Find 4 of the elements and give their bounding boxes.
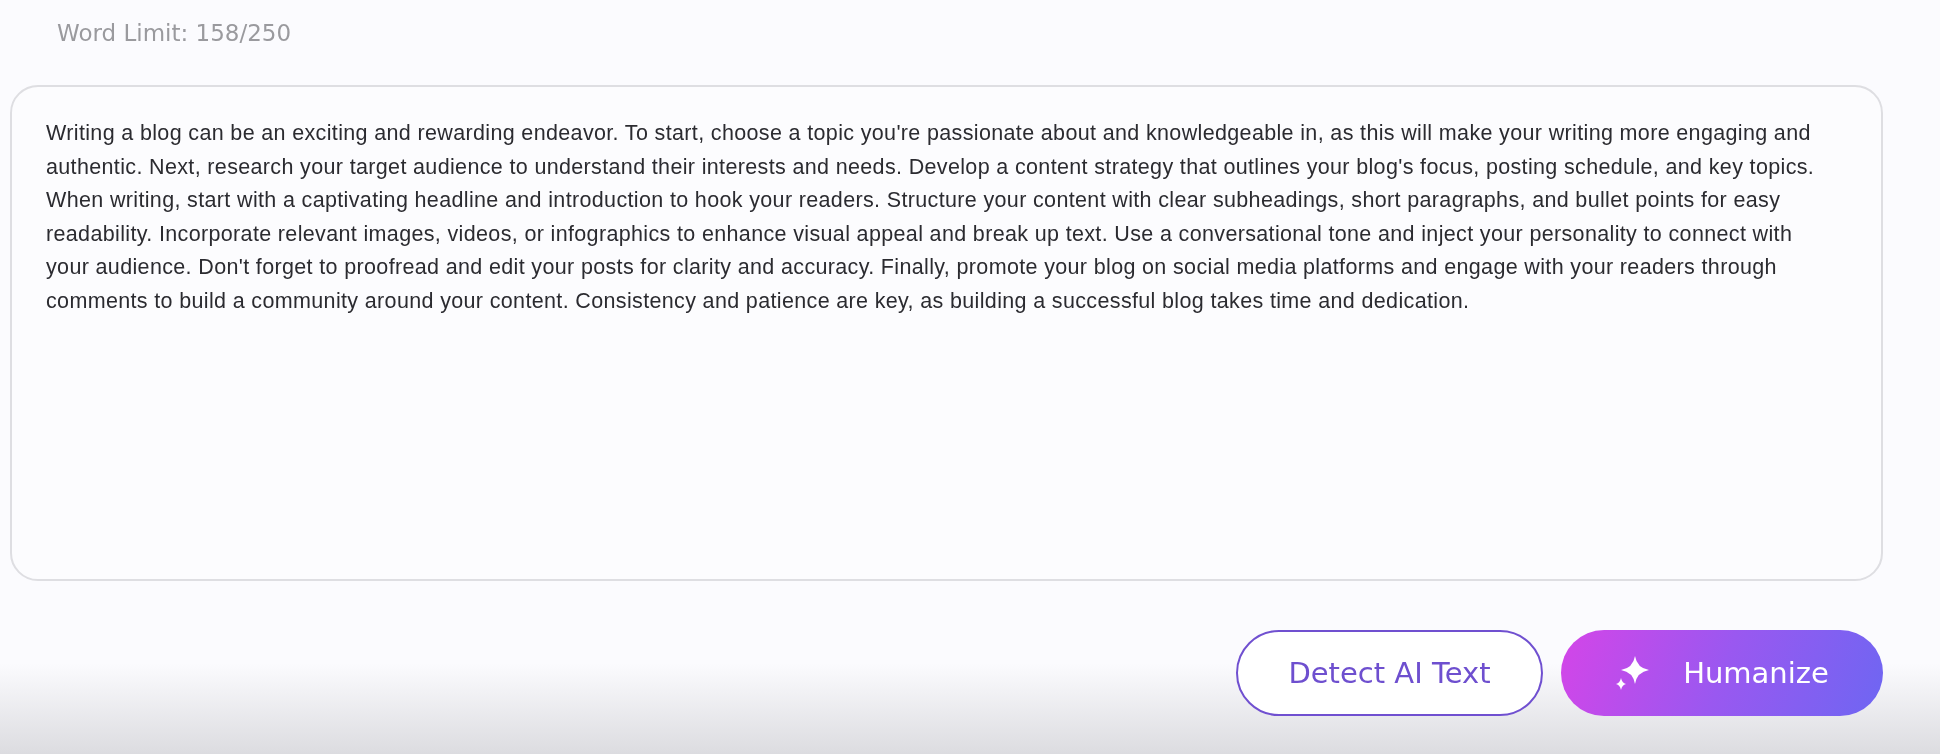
humanize-button[interactable]: Humanize [1561, 630, 1883, 716]
text-input-field[interactable]: Writing a blog can be an exciting and rewarding endeavor. To start, choose a topic you're passionate about and knowledgeable in, as this will make your writing more engaging and authentic. Next, research your target audience to understand their interests and needs. Develop a content strategy that outlines your blog's focus, posting schedule, and key topics. When writing, start with a captivating headline and introduction to hook your readers. Structure your content with clear subheadings, short paragraphs, and bullet points for easy readability. Incorporate relevant images, videos, or infographics to enhance visual appeal and break up text. Use a conversational tone and inject your personality to connect with your audience. Don't forget to proofread and edit your posts for clarity and accuracy. Finally, promote your blog on social media platforms and engage with your readers through comments to build a community around your content. Consistency and patience are key, as building a successful blog takes time and dedication. [10, 85, 1883, 581]
detect-button[interactable]: Detect AI Text [1236, 630, 1543, 716]
word-limit-label: Word Limit: 158/250 [57, 20, 293, 48]
